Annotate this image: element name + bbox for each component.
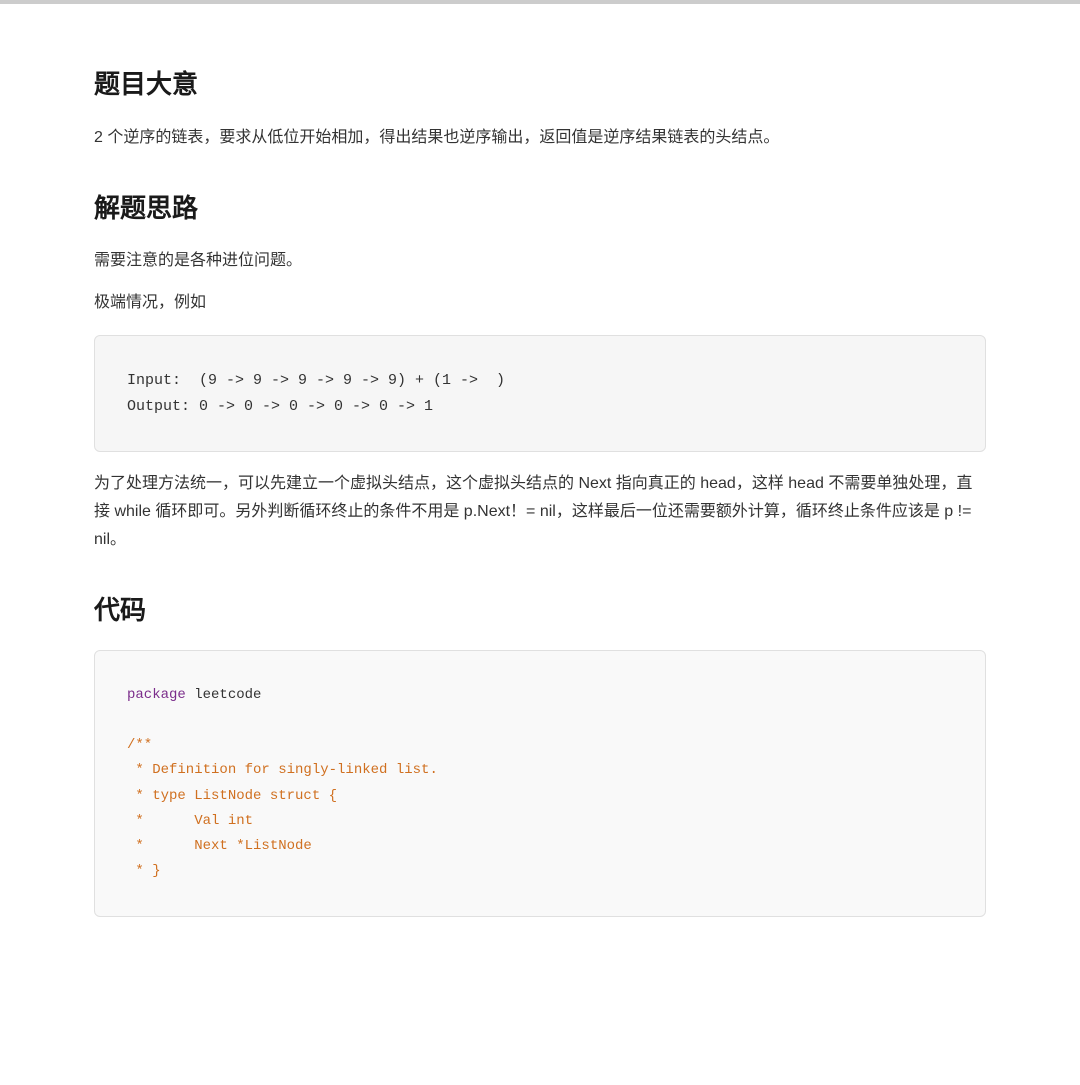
comment-line6: * }	[127, 863, 161, 879]
example-code-block: Input: (9 -> 9 -> 9 -> 9 -> 9) + (1 -> )…	[94, 335, 986, 452]
section1-paragraph: 2 个逆序的链表，要求从低位开始相加，得出结果也逆序输出，返回值是逆序结果链表的…	[94, 124, 986, 152]
section2-para-after: 为了处理方法统一，可以先建立一个虚拟头结点，这个虚拟头结点的 Next 指向真正…	[94, 470, 986, 554]
kw-package: package	[127, 687, 186, 703]
comment-line5: * Next *ListNode	[127, 838, 312, 854]
section1-title: 题目大意	[94, 64, 986, 106]
example-line1: Input: (9 -> 9 -> 9 -> 9 -> 9) + (1 -> )	[127, 372, 505, 389]
section2-para1: 需要注意的是各种进位问题。	[94, 247, 986, 275]
section3-title: 代码	[94, 590, 986, 632]
example-line2: Output: 0 -> 0 -> 0 -> 0 -> 0 -> 1	[127, 398, 433, 415]
main-container: 题目大意 2 个逆序的链表，要求从低位开始相加，得出结果也逆序输出，返回值是逆序…	[40, 4, 1040, 995]
source-code-block: package leetcode /** * Definition for si…	[94, 650, 986, 918]
comment-line2: * Definition for singly-linked list.	[127, 762, 438, 778]
section2-para2: 极端情况，例如	[94, 289, 986, 317]
comment-line3: * type ListNode struct {	[127, 788, 337, 804]
comment-line1: /**	[127, 737, 152, 753]
section2-title: 解题思路	[94, 188, 986, 230]
package-name: leetcode	[186, 687, 262, 703]
comment-line4: * Val int	[127, 813, 253, 829]
